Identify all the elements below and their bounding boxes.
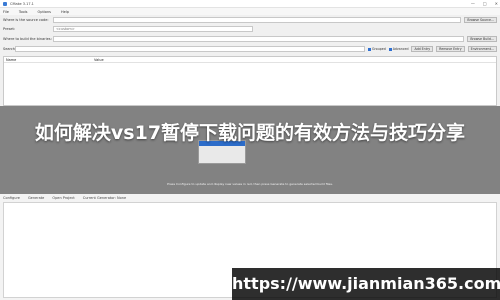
remove-entry-button[interactable]: Remove Entry (436, 46, 465, 52)
preset-label: Preset: (3, 27, 16, 31)
current-generator-label: Current Generator: None (82, 196, 127, 200)
build-input[interactable] (53, 36, 465, 42)
column-value[interactable]: Value (94, 58, 104, 62)
environment-button[interactable]: Environment... (467, 46, 497, 52)
close-icon[interactable]: ✕ (495, 1, 498, 6)
checkbox-icon (368, 47, 372, 51)
action-bar: Configure Generate Open Project Current … (3, 196, 126, 200)
site-watermark: https://www.jianmian365.com (232, 268, 500, 300)
cache-table[interactable]: Name Value (3, 56, 497, 106)
menu-file[interactable]: File (3, 10, 9, 14)
advanced-label: Advanced (392, 47, 409, 51)
generate-button[interactable]: Generate (28, 196, 44, 200)
build-label: Where to build the binaries: (3, 37, 52, 41)
grouped-label: Grouped (372, 47, 386, 51)
menu-tools[interactable]: Tools (19, 10, 28, 14)
app-icon (3, 1, 7, 6)
browse-source-button[interactable]: Browse Source... (464, 17, 497, 23)
table-header: Name Value (4, 57, 496, 63)
search-input[interactable] (15, 46, 366, 52)
configure-button[interactable]: Configure (3, 196, 20, 200)
advanced-checkbox[interactable]: Advanced (388, 47, 409, 51)
add-entry-button[interactable]: Add Entry (411, 46, 434, 52)
build-row: Where to build the binaries: Browse Buil… (3, 35, 497, 43)
search-label: Search: (3, 47, 17, 51)
maximize-icon[interactable]: □ (483, 1, 487, 6)
checkbox-icon (388, 47, 392, 51)
menu-options[interactable]: Options (37, 10, 51, 14)
status-text: Press Configure to update and display ne… (167, 182, 333, 186)
preset-row: Preset: <custom> (3, 25, 497, 33)
browse-build-button[interactable]: Browse Build... (467, 36, 497, 42)
source-row: Where is the source code: Browse Source.… (3, 16, 497, 24)
menu-bar: File Tools Options Help (0, 8, 500, 15)
open-project-button[interactable]: Open Project (52, 196, 74, 200)
column-name[interactable]: Name (4, 58, 94, 62)
source-label: Where is the source code: (3, 18, 49, 22)
menu-help[interactable]: Help (61, 10, 69, 14)
headline-banner: 如何解决vs17暂停下载问题的有效方法与技巧分享 (34, 122, 466, 144)
grouped-checkbox[interactable]: Grouped (368, 47, 386, 51)
minimize-icon[interactable]: — (471, 1, 475, 6)
window-controls: — □ ✕ (471, 1, 498, 6)
preset-select[interactable]: <custom> (53, 26, 253, 32)
source-input[interactable] (53, 17, 462, 23)
title-bar: CMake 3.17.1 — □ ✕ (0, 0, 500, 8)
window-title: CMake 3.17.1 (10, 1, 34, 6)
search-row: Search: Grouped Advanced Add Entry Remov… (3, 45, 497, 53)
